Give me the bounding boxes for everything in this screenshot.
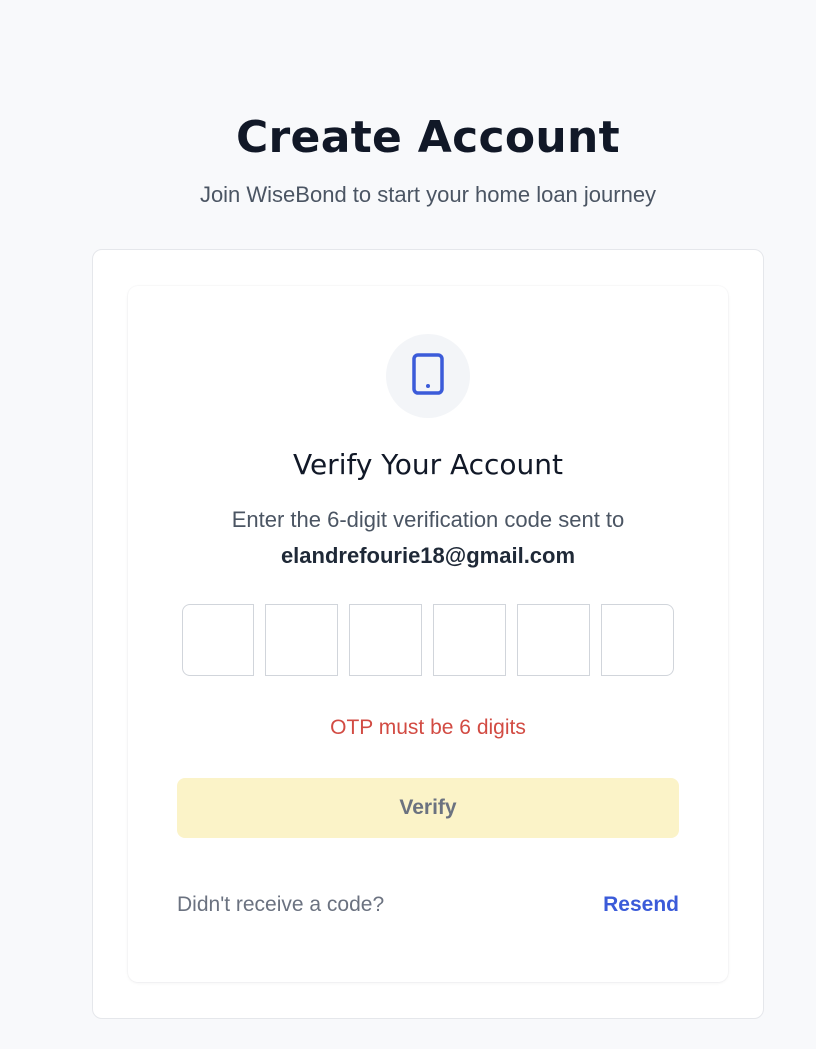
verify-description: Enter the 6-digit verification code sent… xyxy=(128,502,728,574)
resend-link[interactable]: Resend xyxy=(603,893,679,917)
resend-prompt: Didn't receive a code? xyxy=(177,893,385,916)
verify-instruction: Enter the 6-digit verification code sent… xyxy=(231,507,625,532)
verify-heading: Verify Your Account xyxy=(292,448,564,481)
smartphone-icon xyxy=(411,352,445,401)
create-account-page: Create Account Join WiseBond to start yo… xyxy=(0,0,816,1049)
recipient-email: elandrefourie18@gmail.com xyxy=(280,543,576,568)
verify-button[interactable]: Verify xyxy=(177,778,679,838)
otp-digit-1[interactable] xyxy=(182,604,254,676)
otp-digit-6[interactable] xyxy=(601,604,674,676)
otp-digit-3[interactable] xyxy=(349,604,422,676)
otp-digit-5[interactable] xyxy=(517,604,590,676)
page-title: Create Account xyxy=(235,112,621,163)
otp-error-message: OTP must be 6 digits xyxy=(330,716,526,739)
page-subtitle: Join WiseBond to start your home loan jo… xyxy=(199,182,657,207)
otp-input-group xyxy=(182,604,674,676)
smartphone-icon-badge xyxy=(386,334,470,418)
otp-digit-2[interactable] xyxy=(265,604,338,676)
otp-digit-4[interactable] xyxy=(433,604,506,676)
